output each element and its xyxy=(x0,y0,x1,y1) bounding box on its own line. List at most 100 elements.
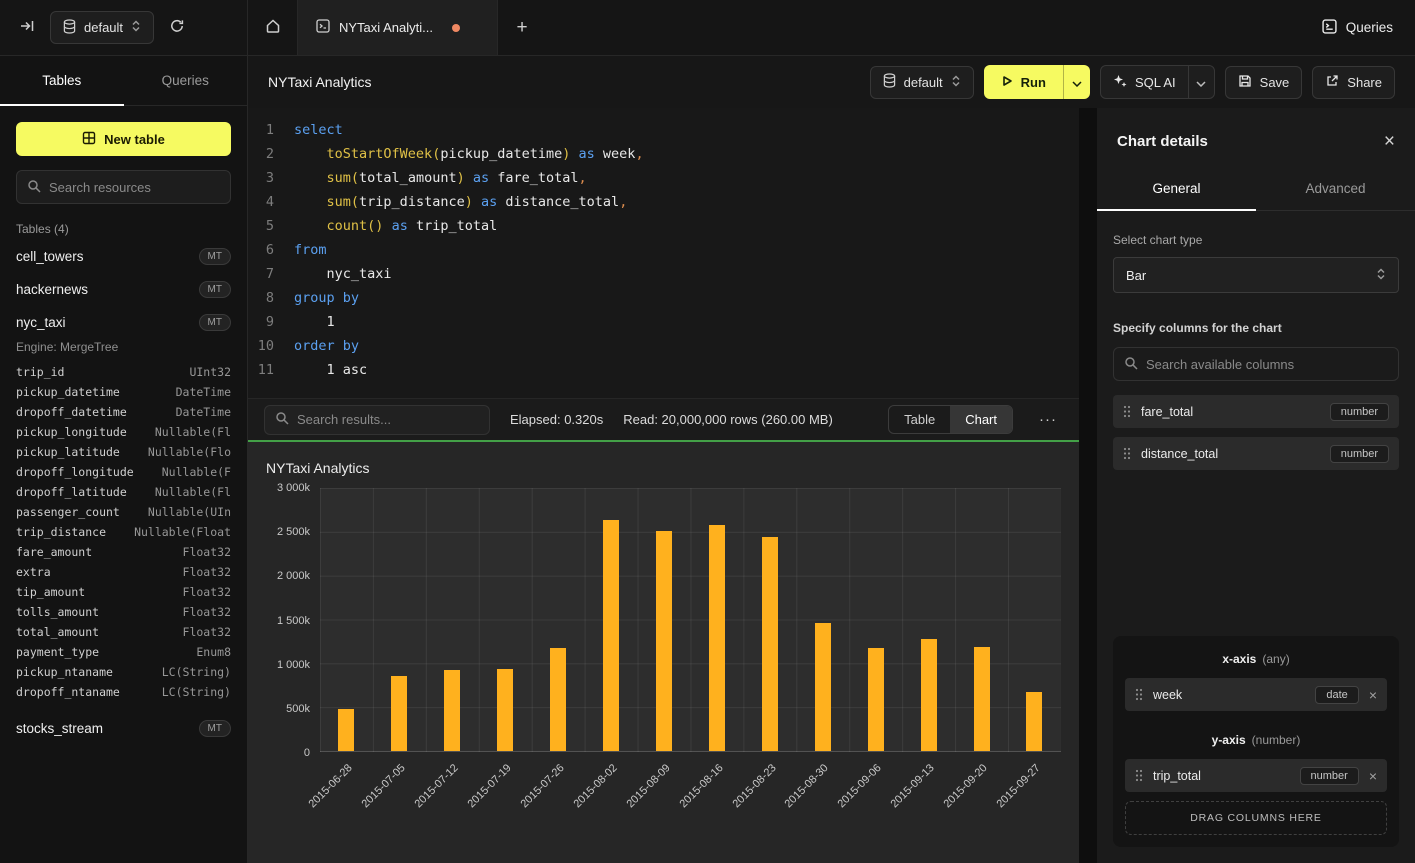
column-row: trip_idUInt32 xyxy=(16,362,231,382)
sidebar-table-cell_towers[interactable]: cell_towersMT xyxy=(16,240,231,273)
sidebar-tab-queries[interactable]: Queries xyxy=(124,56,248,105)
column-type: Float32 xyxy=(183,582,231,602)
bar-cell xyxy=(638,488,691,751)
view-toggle: Table Chart xyxy=(888,405,1013,434)
drop-zone[interactable]: DRAG COLUMNS HERE xyxy=(1125,801,1387,835)
table-name: nyc_taxi xyxy=(16,315,66,330)
sql-ai-options-button[interactable] xyxy=(1188,66,1214,98)
search-icon xyxy=(275,411,289,428)
x-axis-field-slot: weekdate× xyxy=(1125,678,1387,711)
plot-column: 2015-06-282015-07-052015-07-122015-07-19… xyxy=(320,488,1061,855)
more-options-button[interactable]: ··· xyxy=(1033,405,1063,435)
column-row: extraFloat32 xyxy=(16,562,231,582)
collapse-sidebar-button[interactable] xyxy=(12,13,42,43)
new-tab-button[interactable]: + xyxy=(498,0,546,55)
x-axis-field[interactable]: weekdate× xyxy=(1125,678,1387,711)
run-options-button[interactable] xyxy=(1063,65,1090,99)
column-type: Float32 xyxy=(183,562,231,582)
columns-section-label: Specify columns for the chart xyxy=(1113,321,1399,335)
run-button-group: Run xyxy=(984,65,1090,99)
available-column-fare_total[interactable]: fare_totalnumber xyxy=(1113,395,1399,428)
sql-editor[interactable]: 1select2 toStartOfWeek(pickup_datetime) … xyxy=(248,108,1079,398)
editor-line: 3 sum(total_amount) as fare_total, xyxy=(248,166,1079,190)
drag-handle-icon[interactable] xyxy=(1135,769,1143,782)
database-icon xyxy=(883,73,896,91)
available-column-distance_total[interactable]: distance_totalnumber xyxy=(1113,437,1399,470)
y-axis-field[interactable]: trip_totalnumber× xyxy=(1125,759,1387,792)
panel-title: Chart details xyxy=(1117,133,1208,150)
sidebar-tab-tables[interactable]: Tables xyxy=(0,56,124,105)
panel-tab-advanced[interactable]: Advanced xyxy=(1256,169,1415,210)
share-button[interactable]: Share xyxy=(1312,66,1395,99)
query-tab-icon xyxy=(316,19,330,36)
sidebar-table-nyc_taxi[interactable]: nyc_taxiMT xyxy=(16,306,231,339)
available-columns-list: fare_totalnumber distance_totalnumber xyxy=(1113,395,1399,479)
save-button[interactable]: Save xyxy=(1225,66,1303,99)
editor-line: 8group by xyxy=(248,286,1079,310)
column-type: Enum8 xyxy=(196,642,231,662)
table-name: hackernews xyxy=(16,282,88,297)
remove-field-icon[interactable]: × xyxy=(1369,768,1377,784)
field-type-badge: date xyxy=(1315,686,1358,704)
panel-tab-general[interactable]: General xyxy=(1097,169,1256,210)
bar-cell xyxy=(902,488,955,751)
chart-type-select[interactable]: Bar xyxy=(1113,257,1399,293)
column-row: dropoff_latitudeNullable(Fl xyxy=(16,482,231,502)
chart-bar xyxy=(603,520,619,751)
bar-cell xyxy=(585,488,638,751)
chevron-down-icon xyxy=(1196,75,1206,90)
y-axis-tick-label: 1 500k xyxy=(277,615,310,627)
sql-ai-button[interactable]: SQL AI xyxy=(1101,66,1188,98)
column-name: passenger_count xyxy=(16,502,120,522)
line-number: 11 xyxy=(248,358,294,382)
sidebar-table-stocks_stream[interactable]: stocks_streamMT xyxy=(16,712,231,745)
drag-handle-icon[interactable] xyxy=(1135,688,1143,701)
drag-handle-icon[interactable] xyxy=(1123,405,1131,418)
refresh-button[interactable] xyxy=(162,13,192,43)
column-row: trip_distanceNullable(Float xyxy=(16,522,231,542)
editor-line: 1select xyxy=(248,118,1079,142)
x-axis-hint: (any) xyxy=(1262,652,1289,666)
search-columns-input[interactable] xyxy=(1146,357,1388,372)
column-type: DateTime xyxy=(176,382,231,402)
x-axis: 2015-06-282015-07-052015-07-122015-07-19… xyxy=(320,752,1061,855)
y-axis-tick-label: 0 xyxy=(304,747,310,759)
queries-button-label: Queries xyxy=(1346,20,1393,35)
queries-button[interactable]: Queries xyxy=(1322,19,1393,37)
run-button[interactable]: Run xyxy=(984,65,1063,99)
column-row: dropoff_datetimeDateTime xyxy=(16,402,231,422)
editor-line: 9 1 xyxy=(248,310,1079,334)
bar-cell xyxy=(690,488,743,751)
body: Tables Queries New table Tables (4) cell… xyxy=(0,56,1415,863)
column-name: total_amount xyxy=(16,622,99,642)
panel-header: Chart details × xyxy=(1097,108,1415,169)
home-tab-button[interactable] xyxy=(248,0,298,55)
panel-tab-general-label: General xyxy=(1152,181,1200,196)
sidebar-table-hackernews[interactable]: hackernewsMT xyxy=(16,273,231,306)
drag-handle-icon[interactable] xyxy=(1123,447,1131,460)
database-selector-value: default xyxy=(84,20,123,35)
sidebar-content: New table Tables (4) cell_towersMThacker… xyxy=(0,106,247,863)
new-table-button[interactable]: New table xyxy=(16,122,231,156)
panel-tabs: General Advanced xyxy=(1097,169,1415,211)
y-axis-hint: (number) xyxy=(1252,733,1301,747)
table-engine-badge: MT xyxy=(199,248,231,265)
close-panel-button[interactable]: × xyxy=(1384,132,1395,151)
sidebar: Tables Queries New table Tables (4) cell… xyxy=(0,56,248,863)
table-view-button[interactable]: Table xyxy=(889,406,950,433)
query-database-selector[interactable]: default xyxy=(870,66,974,99)
plot-area xyxy=(320,488,1061,752)
search-resources-input[interactable] xyxy=(49,180,220,195)
chart-view-button[interactable]: Chart xyxy=(950,406,1012,433)
chart-bar xyxy=(444,670,460,751)
chart-bar xyxy=(656,531,672,751)
queries-icon xyxy=(1322,19,1337,37)
query-tab-active[interactable]: NYTaxi Analyti... xyxy=(298,0,498,55)
remove-field-icon[interactable]: × xyxy=(1369,687,1377,703)
field-type-badge: number xyxy=(1330,445,1389,463)
column-row: dropoff_ntanameLC(String) xyxy=(16,682,231,702)
query-tab-title: NYTaxi Analyti... xyxy=(339,20,433,35)
search-results-input[interactable] xyxy=(297,412,479,427)
database-selector[interactable]: default xyxy=(50,11,154,44)
header-actions: default Run xyxy=(870,65,1395,99)
